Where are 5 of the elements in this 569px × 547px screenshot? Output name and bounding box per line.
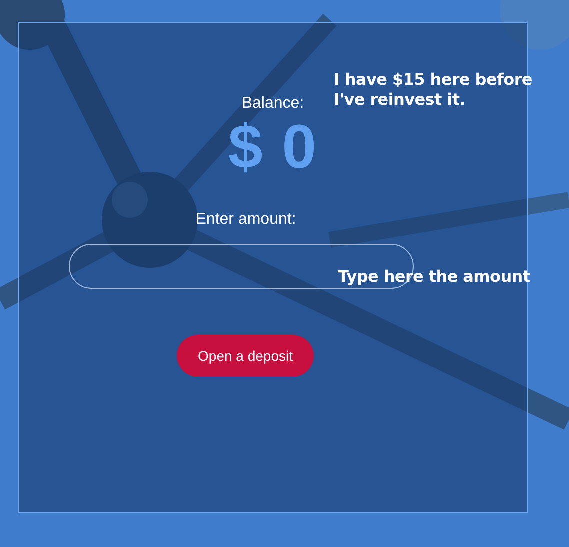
amount-label: Enter amount: <box>196 211 296 229</box>
deposit-button[interactable]: Open a deposit <box>177 335 314 377</box>
annotation-text: I have $15 here before I've reinvest it. <box>334 70 534 110</box>
balance-label: Balance: <box>242 95 304 113</box>
balance-amount: $ 0 <box>228 117 318 179</box>
